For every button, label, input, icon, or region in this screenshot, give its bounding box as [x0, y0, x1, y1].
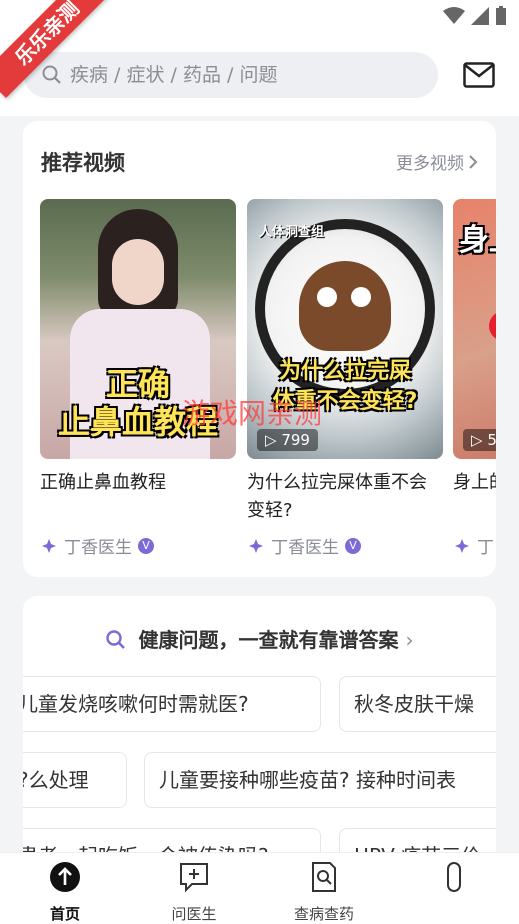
tab-profile[interactable]: [414, 861, 494, 903]
video-tag: 人体洞查组: [259, 225, 325, 240]
profile-icon: [447, 862, 461, 892]
question-chip[interactable]: 么处理?: [23, 752, 127, 808]
tab-label: 问医生: [171, 905, 217, 923]
video-title: 正确止鼻血教程: [40, 472, 166, 493]
author-name: 丁香医生: [64, 538, 132, 558]
tab-ask-doctor[interactable]: 问医生: [154, 861, 234, 924]
chat-plus-icon: [180, 863, 208, 893]
header: [0, 36, 519, 116]
chip-row: 么处理? 儿童要接种哪些疫苗? 接种时间表: [23, 752, 496, 810]
status-icons: [443, 6, 507, 26]
search-icon: [42, 65, 61, 84]
chip-row: 儿童发烧咳嗽何时需就医? 秋冬皮肤干燥: [23, 676, 496, 734]
qa-title: 健康问题，一查就有靠谱答案: [138, 628, 399, 652]
search-bar[interactable]: [24, 52, 438, 98]
video-title: 身上的: [453, 472, 496, 493]
more-videos-link[interactable]: 更多视频: [396, 149, 478, 174]
question-chip[interactable]: 儿童发烧咳嗽何时需就医?: [23, 676, 321, 732]
question-chip[interactable]: 秋冬皮肤干燥: [339, 676, 496, 732]
battery-icon: [496, 6, 506, 25]
video-item[interactable]: 正确 止鼻血教程 正确止鼻血教程 丁香医生 V: [40, 199, 236, 558]
poop-eye-left: [317, 287, 337, 307]
video-item[interactable]: 身上 ▷ 50 身上的 丁: [453, 199, 496, 558]
search-icon: [105, 630, 125, 649]
video-caption-line1: 为什么拉完屎: [278, 359, 411, 384]
person-face: [112, 239, 164, 305]
dingxiang-logo-icon: [249, 538, 263, 553]
recommend-videos-card: 推荐视频 更多视频 正确 止鼻血教程 正确止鼻血教程 丁香医生 V 人体洞查组 …: [23, 121, 496, 577]
video-author: 丁香医生 V: [40, 533, 154, 558]
tab-label: 查病查药: [293, 905, 354, 923]
play-count-value: 799: [281, 431, 310, 449]
video-author: 丁香医生 V: [247, 533, 361, 558]
home-arrow-icon: [50, 862, 80, 892]
dingxiang-logo-icon: [42, 538, 56, 553]
poop-eye-right: [351, 287, 371, 307]
tab-search-disease[interactable]: 查病查药: [284, 861, 364, 924]
chevron-right-icon: ›: [405, 628, 414, 652]
video-author: 丁: [453, 533, 494, 558]
chevron-right-icon: [469, 154, 478, 169]
video-caption-line1: 身上: [459, 223, 496, 258]
recommend-title: 推荐视频: [41, 151, 125, 175]
search-doc-icon: [312, 862, 336, 892]
play-count: ▷ 799: [257, 429, 318, 451]
tab-home[interactable]: 首页: [25, 861, 105, 924]
author-name: 丁: [477, 538, 494, 558]
tab-label: 首页: [49, 905, 80, 923]
poop-figure: [299, 261, 391, 351]
signal-icon: [471, 7, 489, 25]
video-item[interactable]: 人体洞查组 为什么拉完屎 体重不会变轻? ▷ 799 为什么拉完屎体重不会变轻?…: [247, 199, 443, 558]
more-videos-label: 更多视频: [396, 154, 464, 174]
video-list: 正确 止鼻血教程 正确止鼻血教程 丁香医生 V 人体洞查组 为什么拉完屎 体重不…: [40, 199, 496, 559]
qa-header[interactable]: 健康问题，一查就有靠谱答案 ›: [23, 624, 496, 653]
verified-badge-icon: V: [345, 537, 361, 554]
search-input[interactable]: [70, 64, 430, 86]
video-title: 为什么拉完屎体重不会变轻?: [247, 472, 427, 521]
bottom-tab-bar: 首页 问医生 查病查药: [0, 852, 519, 924]
dingxiang-logo-icon: [455, 538, 469, 553]
play-count-value: 50: [487, 431, 496, 449]
video-thumbnail[interactable]: 身上 ▷ 50: [453, 199, 496, 459]
question-chip[interactable]: 儿童要接种哪些疫苗? 接种时间表: [144, 752, 496, 808]
play-count: ▷ 50: [463, 429, 496, 451]
watermark: 游戏网亲测: [182, 397, 323, 430]
wifi-icon: [443, 7, 465, 24]
red-dot: [489, 311, 496, 341]
mail-icon[interactable]: [463, 62, 495, 88]
verified-badge-icon: V: [138, 537, 154, 554]
author-name: 丁香医生: [271, 538, 339, 558]
